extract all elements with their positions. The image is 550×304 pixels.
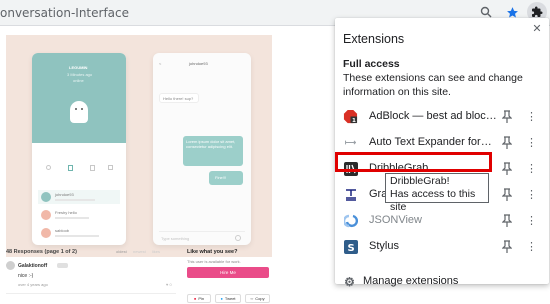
more-options-icon[interactable]: ⋮ [526,213,537,229]
profile-time: 3 Minutes ago [67,72,93,77]
emoji-icon [235,235,241,241]
pin-icon[interactable] [501,136,514,150]
link-icon: ∞ [250,296,254,301]
sort-tab-newest[interactable]: newest [133,249,146,254]
extension-name: Stylus [369,240,399,252]
svg-text:1: 1 [352,118,356,124]
chat-bubble-outgoing: Lorem ipsum dolor sit amet, consectetur … [183,136,243,166]
gear-icon: ⚙ [344,274,355,289]
sort-tab-likes[interactable]: likes [152,249,160,254]
manage-extensions-link[interactable]: ⚙ Manage extensions [335,270,549,294]
phone-mockup-chat: < johndoe93 Hello there! sup? Lorem ipsu… [153,53,251,245]
more-options-icon[interactable]: ⋮ [526,135,537,151]
pinterest-icon: ● [193,296,197,301]
tooltip-description: Has access to this site [390,188,476,213]
pin-icon[interactable] [501,214,514,228]
extension-row-stylus[interactable]: S Stylus ⋮ [335,234,549,260]
adblock-icon: 1 [343,109,358,124]
pin-icon[interactable] [501,240,514,254]
hire-me-button[interactable]: Hire Me [187,267,269,278]
chat-divider [159,231,245,232]
list-item: johndoe93 [38,190,120,204]
heart-icon[interactable]: ♥ 0 [166,282,172,287]
phone-mockup-list: LEGUMIN 3 Minutes ago online johndoe93 F… [32,53,126,245]
more-options-icon[interactable]: ⋮ [526,239,537,255]
extension-name: Auto Text Expander for… [369,136,492,148]
chat-bubble-outgoing: Fine!!! [209,171,243,185]
profile-header: LEGUMIN 3 Minutes ago online [32,53,126,143]
sidebar-subtext: This user is available for work. [187,259,241,264]
section-heading: Full access [343,58,400,70]
popup-title: Extensions [343,32,405,46]
tweet-button[interactable]: ● Tweet [215,294,241,303]
list-item: Freshy hello [38,208,120,222]
svg-text:S: S [347,243,354,254]
chat-bubble-incoming: Hello there! sup? [159,93,199,103]
avatar[interactable] [6,261,15,270]
phone-tab-icons [44,165,114,173]
pin-icon[interactable] [501,110,514,124]
extension-name: JSONView [369,214,422,226]
profile-status: online [73,78,84,83]
copy-link-button[interactable]: ∞ Copy [245,294,270,303]
jsonview-icon [343,213,358,228]
pin-icon[interactable] [501,188,514,202]
extension-tooltip: DribbleGrab! Has access to this site [385,173,489,213]
pin-icon[interactable] [501,162,514,176]
pin-button[interactable]: ● Pin [187,294,211,303]
comment-text: nice :-) [18,273,34,279]
chat-header-name: johndoe93 [189,61,208,66]
section-description: These extensions can see and change info… [343,72,523,98]
more-options-icon[interactable]: ⋮ [526,161,537,177]
profile-name: LEGUMIN [69,65,88,70]
address-bar-url: onversation-Interface [0,6,130,20]
close-icon[interactable]: ✕ [530,22,544,36]
text-expander-icon: ⟼ [344,138,357,147]
comment-timestamp: over 4 years ago [18,282,48,287]
back-chevron-icon: < [159,61,162,66]
divider [6,293,176,294]
highlight-annotation [335,152,492,172]
sort-tab-oldest[interactable]: oldest [116,249,127,254]
ghost-mascot-icon [70,101,88,123]
shot-preview-image[interactable]: LEGUMIN 3 Minutes ago online johndoe93 F… [6,35,272,257]
more-options-icon[interactable]: ⋮ [526,187,537,203]
list-item: sabloob [38,226,120,240]
extension-name: AdBlock — best ad bloc… [369,110,497,122]
twitter-icon: ● [220,296,223,301]
extensions-popup: ✕ Extensions Full access These extension… [335,18,549,289]
grab-icon [343,187,358,202]
pro-badge [57,263,68,268]
chat-input-placeholder: Type something [161,236,190,241]
responses-title: 48 Responses (page 1 of 2) [6,249,77,255]
stylus-icon: S [343,239,358,254]
extension-row-adblock[interactable]: 1 AdBlock — best ad bloc… ⋮ [335,104,549,130]
manage-extensions-label: Manage extensions [363,275,459,287]
more-options-icon[interactable]: ⋮ [526,109,537,125]
commenter-name[interactable]: Galaktionoff [18,263,47,269]
sidebar-heading: Like what you see? [187,249,238,255]
tooltip-title: DribbleGrab! [390,175,450,187]
